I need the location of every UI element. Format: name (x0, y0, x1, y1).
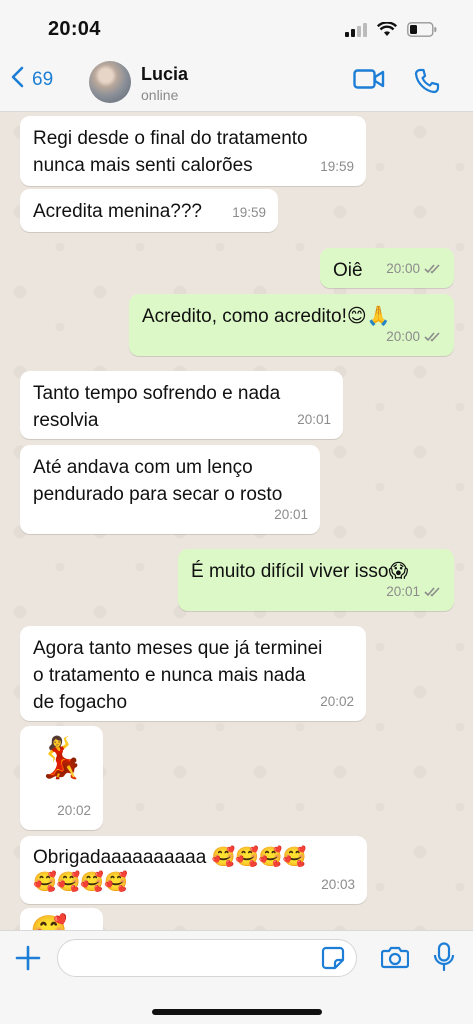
input-bar (0, 930, 473, 1024)
double-check-icon (424, 331, 442, 342)
status-bar: 20:04 (0, 0, 473, 52)
wifi-icon (376, 21, 398, 42)
sticker-icon[interactable] (321, 946, 345, 975)
message-time: 20:03 (321, 877, 355, 892)
message-text: Regi desde o final do tratamento nunca m… (33, 128, 308, 176)
message-bubble[interactable]: Obrigadaaaaaaaaaa 🥰🥰🥰🥰 🥰🥰🥰🥰 20:03 (20, 836, 367, 904)
message-time: 20:01 (297, 412, 331, 427)
message-text: Até andava com um lenço pendurado para s… (33, 457, 283, 505)
message-bubble[interactable]: Acredito, como acredito!😊🙏 20:00 (129, 294, 454, 356)
message-meta: 19:59 (232, 199, 266, 226)
plus-icon[interactable] (14, 944, 42, 977)
chat-header: 69 Lucia online (0, 52, 473, 112)
double-check-icon (424, 263, 442, 274)
phone-call-icon[interactable] (414, 68, 440, 99)
microphone-icon[interactable] (433, 942, 455, 977)
message-time: 20:02 (320, 694, 354, 709)
message-time: 20:01 (274, 507, 308, 522)
message-meta: 20:03 (321, 871, 355, 898)
message-text: 💃 (36, 736, 86, 780)
camera-icon[interactable] (380, 945, 410, 974)
double-check-icon (424, 586, 442, 597)
message-text: Obrigadaaaaaaaaaa 🥰🥰🥰🥰 🥰🥰🥰🥰 (33, 847, 307, 893)
chat-area[interactable]: Regi desde o final do tratamento nunca m… (0, 112, 473, 930)
avatar[interactable] (89, 61, 131, 103)
unread-count: 69 (32, 69, 54, 90)
chevron-left-icon (10, 66, 32, 94)
message-text: 🥰 (30, 914, 93, 930)
message-text: Agora tanto meses que já terminei o trat… (33, 638, 323, 713)
message-meta: 19:59 (320, 153, 354, 180)
message-bubble[interactable]: Tanto tempo sofrendo e nada resolvia 20:… (20, 371, 343, 439)
message-meta: 20:01 (386, 578, 442, 605)
status-icons (345, 21, 437, 42)
message-text: Acredita menina??? (33, 201, 202, 222)
contact-name[interactable]: Lucia (141, 64, 188, 85)
status-time: 20:04 (48, 18, 101, 40)
message-meta: 20:01 (297, 406, 331, 433)
message-bubble[interactable]: 🥰 (20, 908, 103, 930)
message-input[interactable] (57, 939, 357, 977)
message-time: 20:01 (386, 584, 420, 599)
message-time: 20:00 (386, 261, 420, 276)
message-time: 20:00 (386, 329, 420, 344)
message-bubble[interactable]: Acredita menina??? 19:59 (20, 189, 278, 232)
back-button[interactable]: 69 (10, 66, 53, 94)
message-time: 19:59 (320, 159, 354, 174)
message-bubble[interactable]: Regi desde o final do tratamento nunca m… (20, 116, 366, 186)
message-bubble[interactable]: É muito difícil viver isso😱 20:01 (178, 549, 454, 611)
message-text: Tanto tempo sofrendo e nada resolvia (33, 383, 281, 431)
message-time: 19:59 (232, 205, 266, 220)
message-time: 20:02 (57, 803, 91, 818)
message-bubble[interactable]: Agora tanto meses que já terminei o trat… (20, 626, 366, 721)
message-meta: 20:01 (274, 501, 308, 528)
battery-icon (407, 22, 437, 42)
signal-icon (345, 22, 367, 42)
video-call-icon[interactable] (353, 68, 385, 95)
message-bubble[interactable]: Oiê 20:00 (320, 248, 454, 288)
home-indicator[interactable] (152, 1009, 322, 1015)
contact-status: online (141, 87, 179, 103)
message-meta: 20:02 (320, 688, 354, 715)
message-meta: 20:00 (386, 323, 442, 350)
message-bubble[interactable]: Até andava com um lenço pendurado para s… (20, 445, 320, 534)
message-bubble[interactable]: 💃 20:02 (20, 726, 103, 830)
message-meta: 20:02 (57, 797, 91, 824)
message-meta: 20:00 (386, 255, 442, 282)
